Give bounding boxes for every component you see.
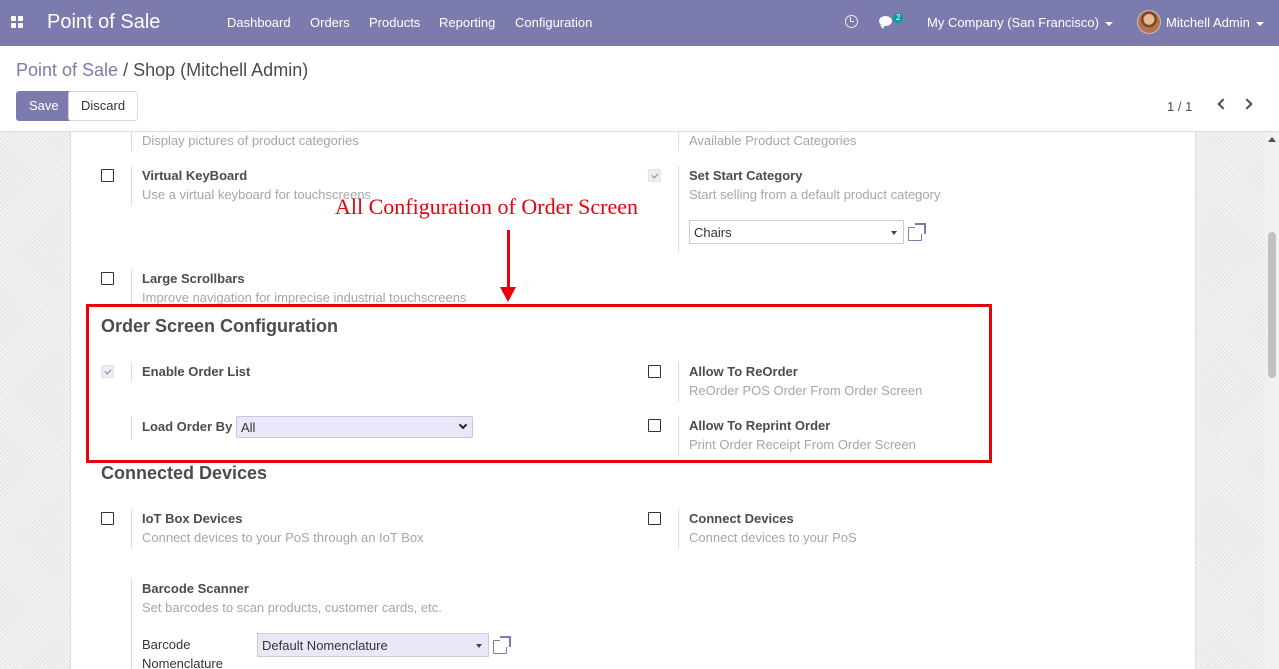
breadcrumb: Point of Sale / Shop (Mitchell Admin): [16, 60, 308, 81]
menu-configuration[interactable]: Configuration: [515, 15, 592, 30]
chat-counter-badge: 2: [893, 13, 904, 23]
large-scrollbars-checkbox[interactable]: [101, 272, 114, 285]
available-categories-desc: Available Product Categories: [689, 133, 857, 148]
start-category-value: Chairs: [694, 225, 732, 240]
menu-products[interactable]: Products: [369, 15, 420, 30]
apps-menu-icon[interactable]: [11, 16, 23, 28]
connect-devices-title: Connect Devices: [689, 511, 794, 526]
menu-dashboard[interactable]: Dashboard: [227, 15, 291, 30]
chevron-down-icon: [1104, 21, 1113, 26]
annotation-highlight-box: [86, 304, 992, 463]
barcode-nomenclature-select[interactable]: Default Nomenclature: [257, 633, 489, 657]
external-link-icon[interactable]: [908, 223, 926, 241]
virtual-keyboard-title: Virtual KeyBoard: [142, 168, 248, 183]
user-avatar[interactable]: [1137, 10, 1161, 34]
annotation-arrow-head-icon: [500, 287, 516, 302]
discard-button[interactable]: Discard: [68, 91, 139, 121]
app-title[interactable]: Point of Sale: [47, 11, 160, 34]
breadcrumb-current: Shop (Mitchell Admin): [133, 60, 309, 80]
large-scrollbars-desc: Improve navigation for imprecise industr…: [142, 290, 467, 305]
company-name: My Company (San Francisco): [927, 15, 1099, 30]
pager-value[interactable]: 1 / 1: [1167, 99, 1192, 114]
start-category-checkbox[interactable]: [648, 169, 661, 182]
top-navbar: Point of Sale Dashboard Orders Products …: [0, 0, 1279, 46]
start-category-desc: Start selling from a default product cat…: [689, 187, 941, 202]
connect-devices-checkbox[interactable]: [648, 512, 661, 525]
annotation-arrow-line: [507, 230, 510, 288]
user-menu[interactable]: Mitchell Admin: [1166, 15, 1264, 30]
barcode-nomenclature-value: Default Nomenclature: [262, 638, 388, 653]
scroll-up-icon[interactable]: [1268, 137, 1276, 142]
start-category-select[interactable]: Chairs: [689, 220, 904, 244]
iot-box-checkbox[interactable]: [101, 512, 114, 525]
iot-box-title: IoT Box Devices: [142, 511, 243, 526]
barcode-nomenclature-label: Barcode Nomenclature: [142, 637, 223, 669]
connect-devices-desc: Connect devices to your PoS: [689, 530, 857, 545]
save-button[interactable]: Save: [16, 91, 72, 121]
barcode-scanner-desc: Set barcodes to scan products, customer …: [142, 600, 442, 615]
breadcrumb-separator: /: [123, 60, 129, 80]
menu-reporting[interactable]: Reporting: [439, 15, 495, 30]
chevron-down-icon: [1255, 21, 1264, 26]
caret-down-icon: [476, 644, 482, 648]
chevron-left-icon[interactable]: [1217, 98, 1229, 110]
company-switcher[interactable]: My Company (San Francisco): [927, 15, 1113, 30]
messaging-chat-icon[interactable]: [879, 16, 892, 29]
start-category-title: Set Start Category: [689, 168, 803, 183]
activity-clock-icon[interactable]: [845, 15, 858, 28]
barcode-scanner-title: Barcode Scanner: [142, 581, 249, 596]
large-scrollbars-title: Large Scrollbars: [142, 271, 245, 286]
caret-down-icon: [891, 231, 897, 235]
scroll-thumb[interactable]: [1268, 232, 1276, 378]
virtual-keyboard-checkbox[interactable]: [101, 169, 114, 182]
scrollbar[interactable]: [1265, 132, 1279, 669]
user-name: Mitchell Admin: [1166, 15, 1250, 30]
chevron-right-icon[interactable]: [1241, 98, 1253, 110]
menu-orders[interactable]: Orders: [310, 15, 350, 30]
iot-box-desc: Connect devices to your PoS through an I…: [142, 530, 424, 545]
external-link-icon[interactable]: [493, 636, 511, 654]
connected-devices-section-title: Connected Devices: [101, 463, 268, 483]
annotation-label: All Configuration of Order Screen: [335, 194, 639, 219]
category-pictures-desc: Display pictures of product categories: [142, 133, 359, 148]
breadcrumb-parent-link[interactable]: Point of Sale: [16, 60, 118, 80]
